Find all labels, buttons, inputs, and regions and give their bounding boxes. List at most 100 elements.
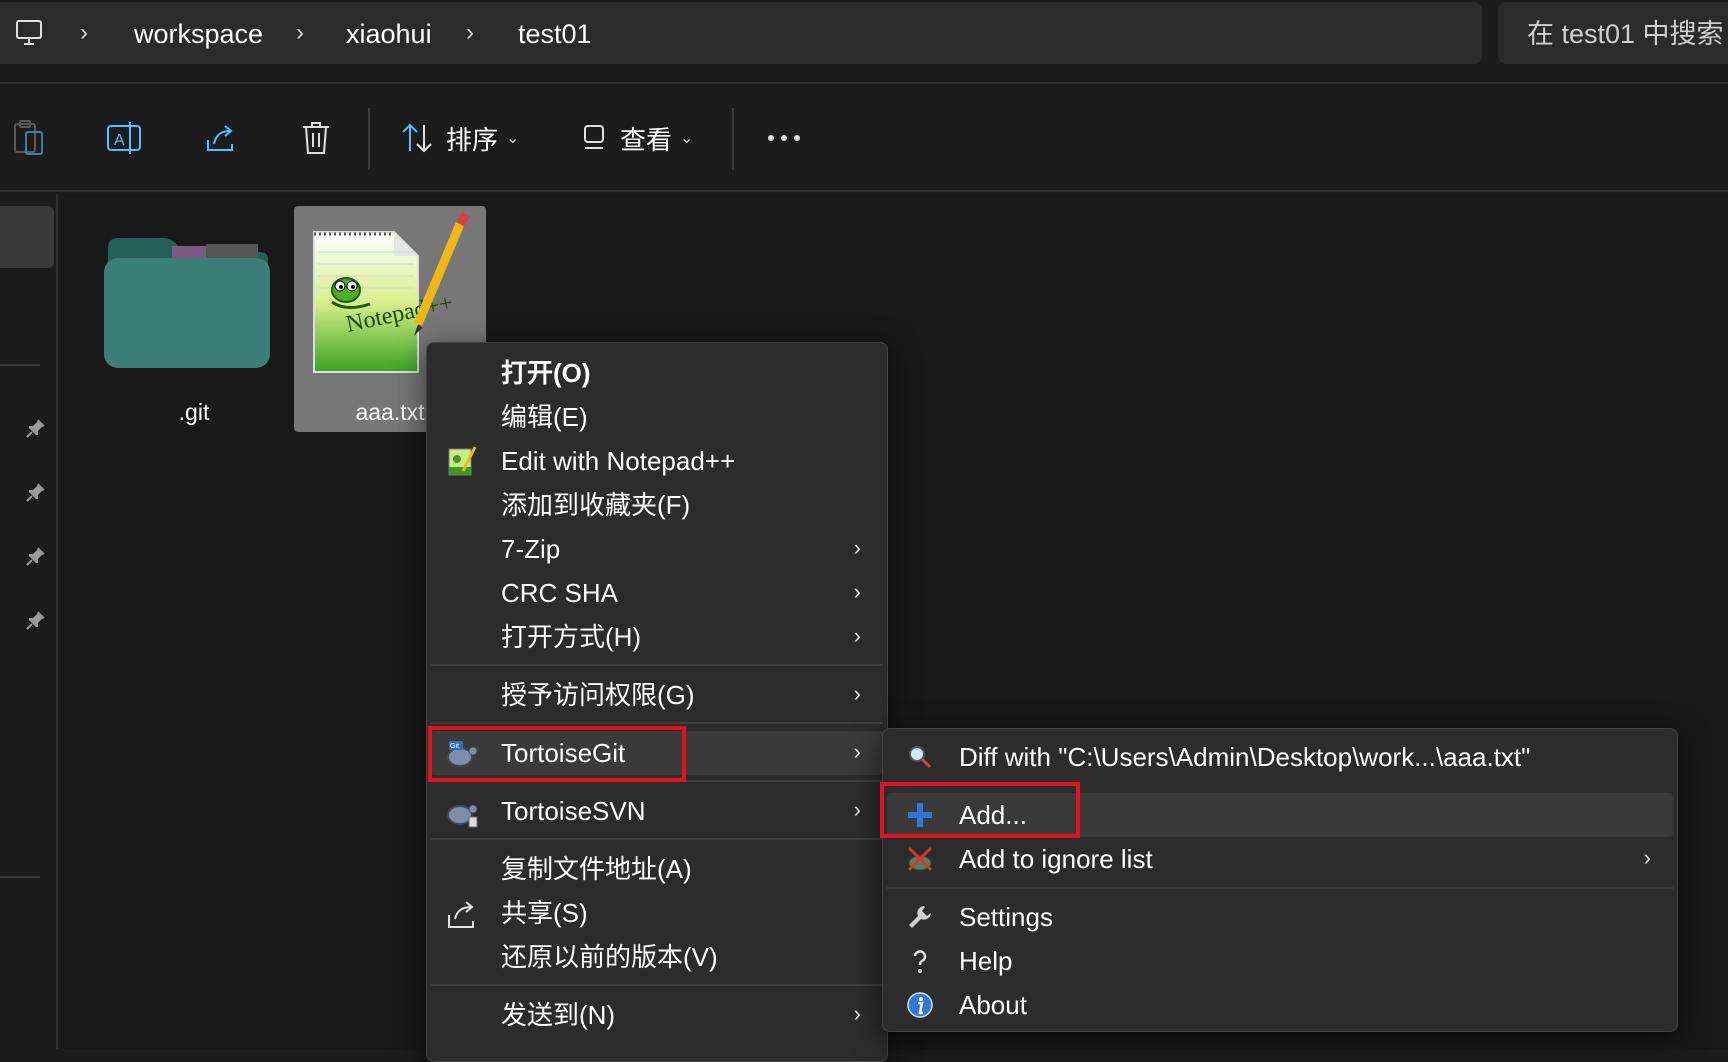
rename-button[interactable]: A — [106, 114, 142, 162]
breadcrumb-item-workspace[interactable]: workspace — [134, 18, 263, 50]
submenu-item-about[interactable]: About — [887, 983, 1673, 1027]
folder-icon — [104, 238, 270, 368]
menu-item-label: TortoiseGit — [501, 738, 626, 768]
submenu-item-label: About — [959, 990, 1027, 1020]
menu-item-tortoisegit[interactable]: Git TortoiseGit › — [431, 731, 883, 775]
pin-icon[interactable] — [24, 544, 48, 568]
menu-item-open-with[interactable]: 打开方式(H) › — [431, 615, 883, 659]
more-icon — [768, 135, 800, 141]
sort-button[interactable]: 排序 ⌄ — [400, 114, 519, 162]
pin-icon[interactable] — [24, 608, 48, 632]
trash-icon — [303, 122, 329, 154]
submenu-item-diff[interactable]: Diff with "C:\Users\Admin\Desktop\work..… — [887, 735, 1673, 779]
sort-icon — [402, 123, 432, 153]
menu-item-open[interactable]: 打开(O) — [431, 351, 883, 395]
submenu-item-add-to-ignore[interactable]: Add to ignore list › — [887, 837, 1673, 881]
wrench-icon — [909, 906, 931, 928]
more-options-button[interactable] — [766, 114, 802, 162]
chevron-right-icon: › — [853, 1001, 861, 1026]
menu-item-edit-with-notepad[interactable]: Edit with Notepad++ — [431, 439, 883, 483]
menu-item-send-to[interactable]: 发送到(N) › — [431, 993, 883, 1037]
submenu-item-label: Help — [959, 946, 1013, 976]
chevron-right-icon: › — [853, 739, 861, 764]
menu-item-label: 打开方式(H) — [501, 622, 642, 652]
menu-item-share[interactable]: 共享(S) — [431, 891, 883, 935]
diff-magnifier-icon — [909, 746, 932, 769]
context-menu: 打开(O) 编辑(E) Edit with Notepad++ 添加到收藏夹(F… — [426, 342, 888, 1062]
svg-text:Git: Git — [450, 743, 459, 750]
breadcrumb[interactable]: › workspace › xiaohui › test01 — [0, 2, 1482, 64]
submenu-item-help[interactable]: Help — [887, 939, 1673, 983]
menu-item-grant-access[interactable]: 授予访问权限(G) › — [431, 673, 883, 717]
file-name[interactable]: .git — [98, 399, 290, 426]
submenu-item-label: Settings — [959, 902, 1053, 932]
sort-label: 排序 — [446, 124, 499, 155]
menu-item-7zip[interactable]: 7-Zip › — [431, 527, 883, 571]
chevron-right-icon: › — [853, 797, 861, 822]
rename-icon: A — [107, 122, 141, 154]
toolbar-divider — [368, 108, 370, 170]
menu-item-label: 发送到(N) — [501, 1000, 616, 1030]
chevron-right-icon: › — [1643, 845, 1651, 870]
view-icon — [584, 125, 604, 149]
search-input[interactable]: 在 test01 中搜索 — [1498, 2, 1728, 64]
menu-separator — [431, 984, 883, 986]
menu-separator — [887, 887, 1673, 889]
nav-item-selected[interactable] — [0, 206, 54, 268]
paste-button[interactable] — [12, 114, 46, 162]
submenu-item-settings[interactable]: Settings — [887, 895, 1673, 939]
menu-item-label: Edit with Notepad++ — [501, 446, 736, 476]
nav-divider — [0, 876, 40, 878]
tortoisesvn-icon — [447, 804, 478, 828]
chevron-right-icon[interactable]: › — [296, 20, 316, 46]
share-button[interactable] — [204, 114, 238, 162]
submenu-item-label: Diff with "C:\Users\Admin\Desktop\work..… — [959, 742, 1531, 772]
this-pc-icon[interactable] — [14, 18, 44, 48]
navigation-pane — [0, 194, 58, 1049]
breadcrumb-item-xiaohui[interactable]: xiaohui — [346, 18, 432, 50]
chevron-right-icon[interactable]: › — [466, 20, 486, 46]
chevron-right-icon[interactable]: › — [80, 20, 100, 46]
file-item-git-folder[interactable]: .git — [98, 206, 290, 432]
menu-item-label: TortoiseSVN — [501, 796, 646, 826]
menu-separator — [431, 664, 883, 666]
info-icon — [907, 992, 933, 1018]
menu-item-label: 复制文件地址(A) — [501, 854, 692, 884]
share-icon — [207, 125, 233, 151]
toolbar-divider — [732, 108, 734, 170]
tortoisegit-icon: Git — [447, 741, 478, 767]
paste-icon — [14, 120, 43, 155]
menu-item-label: CRC SHA — [501, 578, 619, 608]
plus-icon — [908, 803, 932, 827]
chevron-right-icon: › — [853, 681, 861, 706]
menu-item-copy-path[interactable]: 复制文件地址(A) — [431, 847, 883, 891]
nav-divider — [0, 364, 40, 366]
breadcrumb-item-test01[interactable]: test01 — [518, 18, 592, 50]
menu-separator — [431, 838, 883, 840]
view-label: 查看 — [620, 124, 673, 155]
view-button[interactable]: 查看 ⌄ — [582, 114, 693, 162]
delete-button[interactable] — [300, 114, 332, 162]
menu-item-restore-versions[interactable]: 还原以前的版本(V) — [431, 935, 883, 979]
help-icon — [913, 950, 927, 973]
tortoisegit-submenu: Diff with "C:\Users\Admin\Desktop\work..… — [882, 728, 1678, 1032]
menu-item-label: 共享(S) — [501, 898, 588, 928]
pin-icon[interactable] — [24, 416, 48, 440]
menu-item-label: 7-Zip — [501, 534, 561, 564]
menu-item-label: 还原以前的版本(V) — [501, 942, 718, 972]
search-placeholder: 在 test01 中搜索 — [1527, 19, 1724, 49]
submenu-item-label: Add to ignore list — [959, 844, 1153, 874]
menu-item-edit[interactable]: 编辑(E) — [431, 395, 883, 439]
chevron-right-icon: › — [853, 623, 861, 648]
menu-item-crc-sha[interactable]: CRC SHA › — [431, 571, 883, 615]
chevron-right-icon: › — [853, 535, 861, 560]
pin-icon[interactable] — [24, 480, 48, 504]
command-toolbar: A 排序 ⌄ 查看 ⌄ — [0, 82, 1728, 192]
notepad-plus-plus-icon — [448, 446, 477, 476]
menu-item-tortoisesvn[interactable]: TortoiseSVN › — [431, 789, 883, 833]
menu-item-add-to-favorites[interactable]: 添加到收藏夹(F) — [431, 483, 883, 527]
submenu-item-add[interactable]: Add... — [887, 793, 1673, 837]
submenu-item-label: Add... — [959, 800, 1027, 830]
menu-item-label: 添加到收藏夹(F) — [501, 490, 691, 520]
svg-text:A: A — [114, 132, 125, 149]
